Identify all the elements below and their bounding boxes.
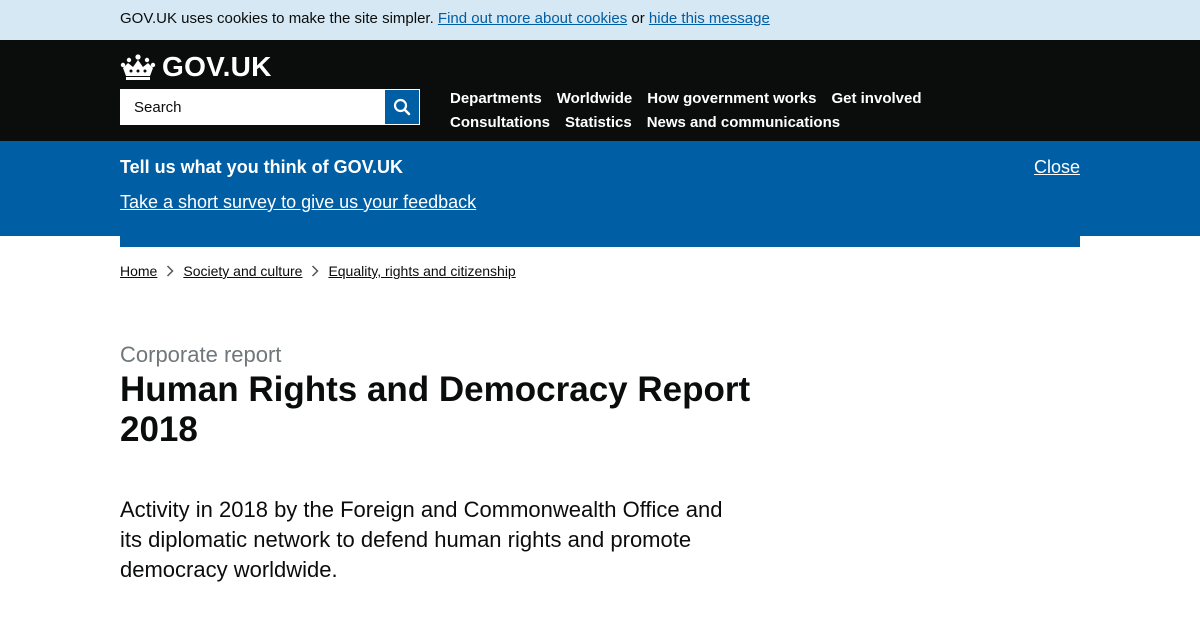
survey-banner: Tell us what you think of GOV.UK Take a … [0,141,1200,236]
govuk-logo-link[interactable]: GOV.UK [120,52,272,82]
main-navigation: Departments Worldwide How government wor… [450,86,1010,134]
search-placeholder: Search [134,98,182,116]
nav-item-statistics[interactable]: Statistics [565,114,632,131]
chevron-right-icon [161,265,179,277]
breadcrumb-society-and-culture[interactable]: Society and culture [183,262,302,280]
nav-item-how-government-works[interactable]: How government works [647,90,816,107]
breadcrumb: Home Society and culture Equality, right… [120,262,516,280]
crown-icon [120,54,156,80]
search-button[interactable] [384,89,420,125]
cookie-text: GOV.UK uses cookies to make the site sim… [120,10,434,27]
survey-close-button[interactable]: Close [1034,157,1080,177]
nav-item-news-and-communications[interactable]: News and communications [647,114,840,131]
survey-link[interactable]: Take a short survey to give us your feed… [120,192,476,212]
cookie-message: GOV.UK uses cookies to make the site sim… [120,10,770,28]
survey-title: Tell us what you think of GOV.UK [120,157,404,177]
header-accent-bar [120,236,1080,247]
breadcrumb-equality-rights-citizenship[interactable]: Equality, rights and citizenship [328,262,515,280]
nav-item-departments[interactable]: Departments [450,90,542,107]
document-type: Corporate report [120,342,282,367]
magnifier-icon [393,98,411,116]
page-title: Human Rights and Democracy Report 2018 [120,370,751,449]
site-header: GOV.UK Search Departments Worldwide How … [0,40,1200,141]
chevron-right-icon [306,265,324,277]
cookie-or-text: or [631,10,645,27]
nav-row-2: Consultations Statistics News and commun… [450,110,1010,134]
nav-item-worldwide[interactable]: Worldwide [557,90,633,107]
logo-text: GOV.UK [162,51,272,82]
hide-cookie-message-link[interactable]: hide this message [649,10,770,27]
nav-item-consultations[interactable]: Consultations [450,114,550,131]
page-summary: Activity in 2018 by the Foreign and Comm… [120,497,723,582]
cookie-info-link[interactable]: Find out more about cookies [438,10,627,27]
nav-row-1: Departments Worldwide How government wor… [450,86,1010,110]
cookie-banner: GOV.UK uses cookies to make the site sim… [0,0,1200,40]
nav-item-get-involved[interactable]: Get involved [831,90,921,107]
search-input[interactable]: Search [120,89,384,125]
breadcrumb-home[interactable]: Home [120,262,157,280]
